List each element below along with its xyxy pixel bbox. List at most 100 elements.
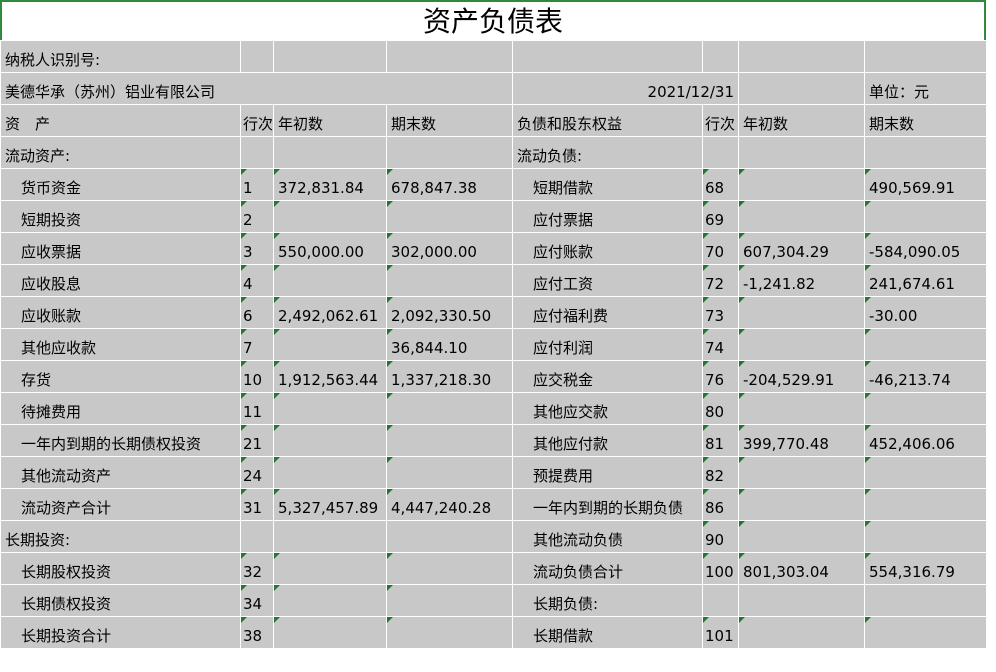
header-end[interactable]: 期末数 [386, 104, 514, 137]
liability-name[interactable]: 应付利润 [512, 328, 704, 361]
liability-name[interactable]: 应付票据 [512, 200, 704, 233]
liability-line-no[interactable] [702, 584, 740, 617]
header-liabilities[interactable]: 负债和股东权益 [512, 104, 704, 137]
header-end[interactable]: 期末数 [864, 104, 991, 137]
liability-begin[interactable] [738, 200, 866, 233]
asset-begin[interactable]: 1,912,563.44 [273, 360, 388, 393]
asset-line-no[interactable]: 1 [239, 168, 275, 201]
liability-line-no[interactable]: 100 [702, 552, 740, 585]
header-begin[interactable]: 年初数 [273, 104, 388, 137]
asset-name[interactable]: 短期投资 [0, 200, 241, 233]
liability-name[interactable]: 流动负债: [512, 136, 704, 169]
asset-begin[interactable] [273, 616, 388, 649]
liability-line-no[interactable]: 80 [702, 392, 740, 425]
liability-name[interactable]: 应交税金 [512, 360, 704, 393]
asset-name[interactable]: 流动资产合计 [0, 488, 241, 521]
liability-name[interactable]: 应付账款 [512, 232, 704, 265]
asset-name[interactable]: 长期债权投资 [0, 584, 241, 617]
asset-end[interactable] [386, 616, 514, 649]
asset-begin[interactable] [273, 552, 388, 585]
asset-end[interactable]: 36,844.10 [386, 328, 514, 361]
liability-name[interactable]: 长期负债: [512, 584, 704, 617]
liability-name[interactable]: 一年内到期的长期负债 [512, 488, 704, 521]
asset-end[interactable] [386, 424, 514, 457]
asset-line-no[interactable]: 31 [239, 488, 275, 521]
liability-begin[interactable] [738, 456, 866, 489]
asset-name[interactable]: 待摊费用 [0, 392, 241, 425]
liability-line-no[interactable]: 81 [702, 424, 740, 457]
asset-end[interactable] [386, 200, 514, 233]
header-assets[interactable]: 资 产 [0, 104, 241, 137]
liability-end[interactable] [864, 456, 991, 489]
liability-line-no[interactable]: 68 [702, 168, 740, 201]
liability-begin[interactable] [738, 488, 866, 521]
asset-name[interactable]: 应收股息 [0, 264, 241, 297]
liability-name[interactable]: 短期借款 [512, 168, 704, 201]
liability-begin[interactable] [738, 168, 866, 201]
asset-line-no[interactable] [239, 136, 275, 169]
asset-begin[interactable]: 5,327,457.89 [273, 488, 388, 521]
unit-label[interactable]: 单位：元 [864, 72, 991, 105]
asset-line-no[interactable]: 21 [239, 424, 275, 457]
asset-end[interactable] [386, 456, 514, 489]
liability-begin[interactable] [738, 584, 866, 617]
asset-line-no[interactable]: 6 [239, 296, 275, 329]
liability-begin[interactable] [738, 520, 866, 553]
asset-begin[interactable] [273, 392, 388, 425]
asset-begin[interactable] [273, 520, 388, 553]
liability-end[interactable] [864, 136, 991, 169]
asset-end[interactable]: 4,447,240.28 [386, 488, 514, 521]
asset-line-no[interactable]: 32 [239, 552, 275, 585]
asset-name[interactable]: 存货 [0, 360, 241, 393]
asset-line-no[interactable]: 2 [239, 200, 275, 233]
liability-end[interactable]: 490,569.91 [864, 168, 991, 201]
liability-name[interactable]: 流动负债合计 [512, 552, 704, 585]
liability-end[interactable]: -584,090.05 [864, 232, 991, 265]
asset-name[interactable]: 其他应收款 [0, 328, 241, 361]
liability-line-no[interactable]: 90 [702, 520, 740, 553]
liability-begin[interactable] [738, 136, 866, 169]
liability-end[interactable] [864, 392, 991, 425]
liability-line-no[interactable]: 76 [702, 360, 740, 393]
asset-line-no[interactable]: 24 [239, 456, 275, 489]
liability-line-no[interactable]: 70 [702, 232, 740, 265]
asset-end[interactable] [386, 136, 514, 169]
header-line-no[interactable]: 行次 [239, 104, 275, 137]
liability-begin[interactable]: -204,529.91 [738, 360, 866, 393]
liability-name[interactable]: 应付工资 [512, 264, 704, 297]
asset-begin[interactable] [273, 264, 388, 297]
liability-end[interactable] [864, 584, 991, 617]
asset-end[interactable] [386, 392, 514, 425]
asset-end[interactable]: 678,847.38 [386, 168, 514, 201]
asset-begin[interactable] [273, 200, 388, 233]
liability-line-no[interactable]: 82 [702, 456, 740, 489]
asset-name[interactable]: 一年内到期的长期债权投资 [0, 424, 241, 457]
liability-end[interactable] [864, 328, 991, 361]
taxpayer-label[interactable]: 纳税人识别号: [0, 40, 241, 73]
asset-end[interactable] [386, 584, 514, 617]
asset-begin[interactable]: 550,000.00 [273, 232, 388, 265]
asset-begin[interactable]: 2,492,062.61 [273, 296, 388, 329]
asset-name[interactable]: 应收账款 [0, 296, 241, 329]
liability-begin[interactable] [738, 296, 866, 329]
liability-name[interactable]: 其他应交款 [512, 392, 704, 425]
asset-line-no[interactable]: 11 [239, 392, 275, 425]
liability-line-no[interactable]: 69 [702, 200, 740, 233]
liability-name[interactable]: 应付福利费 [512, 296, 704, 329]
liability-end[interactable] [864, 488, 991, 521]
liability-end[interactable]: 241,674.61 [864, 264, 991, 297]
liability-line-no[interactable]: 72 [702, 264, 740, 297]
header-begin[interactable]: 年初数 [738, 104, 866, 137]
liability-line-no[interactable]: 73 [702, 296, 740, 329]
asset-begin[interactable] [273, 328, 388, 361]
liability-name[interactable]: 其他应付款 [512, 424, 704, 457]
asset-line-no[interactable]: 10 [239, 360, 275, 393]
asset-name[interactable]: 长期股权投资 [0, 552, 241, 585]
asset-line-no[interactable]: 38 [239, 616, 275, 649]
liability-line-no[interactable]: 86 [702, 488, 740, 521]
liability-begin[interactable]: 801,303.04 [738, 552, 866, 585]
liability-begin[interactable] [738, 616, 866, 649]
asset-name[interactable]: 货币资金 [0, 168, 241, 201]
liability-name[interactable]: 其他流动负债 [512, 520, 704, 553]
asset-end[interactable] [386, 264, 514, 297]
